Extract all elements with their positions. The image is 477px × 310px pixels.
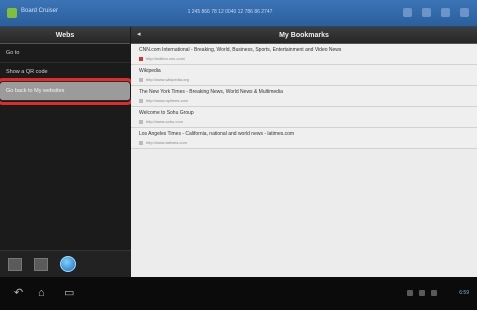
window-icon[interactable] [8, 257, 22, 271]
bookmark-url: http://www.sohu.com [146, 119, 183, 124]
tabs-icon[interactable] [34, 257, 48, 271]
bookmark-item[interactable]: Los Angeles Times - California, national… [131, 128, 477, 149]
favicon-icon [139, 119, 143, 124]
menu-item-go-to[interactable]: Go to [0, 44, 130, 63]
bookmark-url: http://www.wikipedia.org [146, 77, 189, 82]
bookmark-title: Los Angeles Times - California, national… [139, 131, 295, 137]
favicon-icon [139, 140, 143, 145]
menu-item-show-qr-code[interactable]: Show a QR code [0, 63, 130, 82]
favicon-icon [139, 77, 143, 82]
app-logo-icon [7, 8, 17, 18]
back-arrow-icon[interactable]: ◂ [137, 30, 141, 38]
signal-icon [441, 8, 450, 17]
bookmark-title: Wikipedia [139, 68, 161, 74]
globe-icon[interactable] [60, 256, 76, 272]
back-icon[interactable]: ↶ [14, 288, 23, 299]
bookmark-url: http://edition.cnn.com/ [146, 56, 186, 61]
settings-icon[interactable] [460, 8, 469, 17]
system-icons [403, 8, 469, 18]
bookmarks-header: ◂ My Bookmarks [131, 27, 477, 44]
status-bar: Board Cruiser 1 245 866 78 12 0040 12 78… [0, 0, 477, 27]
bookmark-item[interactable]: The New York Times - Breaking News, Worl… [131, 86, 477, 107]
bookmark-url: http://www.latimes.com [146, 140, 187, 145]
bookmark-url: http://www.nytimes.com [146, 98, 189, 103]
usb-icon [407, 290, 413, 296]
download-icon [419, 290, 425, 296]
bookmark-item[interactable]: Welcome to Sohu Group http://www.sohu.co… [131, 107, 477, 128]
clock: 6:59 [459, 290, 469, 296]
left-panel-title: Webs [0, 27, 130, 44]
wifi-icon [403, 8, 412, 17]
home-icon[interactable]: ⌂ [38, 288, 45, 299]
battery-icon [422, 8, 431, 17]
bookmark-title: Welcome to Sohu Group [139, 110, 194, 116]
menu-item-my-websites[interactable]: Go back to My websites [0, 78, 134, 105]
notification-tray[interactable] [407, 290, 437, 296]
bookmark-title: CNN.com International - Breaking, World,… [139, 47, 342, 53]
bookmark-title: The New York Times - Breaking News, Worl… [139, 89, 283, 95]
favicon-icon [139, 56, 143, 61]
bookmarks-panel: ◂ My Bookmarks CNN.com International - B… [131, 27, 477, 277]
wifi-status-icon [431, 290, 437, 296]
tablet-screen: Board Cruiser 1 245 866 78 12 0040 12 78… [0, 0, 477, 310]
favicon-icon [139, 98, 143, 103]
bookmark-item[interactable]: CNN.com International - Breaking, World,… [131, 44, 477, 65]
left-panel-toolbar [0, 250, 138, 277]
bookmarks-title: My Bookmarks [279, 31, 329, 39]
status-app-label: Board Cruiser [21, 8, 59, 14]
bookmark-item[interactable]: Wikipedia http://www.wikipedia.org [131, 65, 477, 86]
left-panel: Webs Go to Show a QR code Go back to My … [0, 27, 138, 277]
status-center-info: 1 245 866 78 12 0040 12 786 86 2747 [187, 9, 273, 15]
recent-apps-icon[interactable]: ▭ [64, 288, 74, 299]
system-nav-bar: ↶ ⌂ ▭ 6:59 [0, 277, 477, 310]
